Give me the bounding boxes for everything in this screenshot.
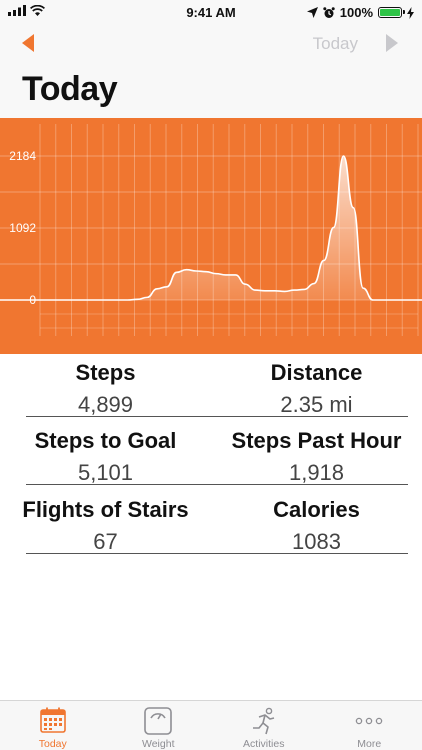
divider: [26, 484, 408, 485]
nav-date: Today: [312, 34, 358, 53]
stat-value: 5,101: [77, 460, 134, 485]
battery-percent: 100%: [339, 5, 373, 20]
status-bar: 9:41 AM 100%: [0, 0, 422, 24]
stat-steps-to-goal: Steps to Goal 5,101: [0, 422, 211, 490]
steps-chart: 2184 1092 0: [0, 118, 422, 354]
stat-value: 1083: [292, 529, 341, 554]
stat-label: Calories: [273, 497, 360, 522]
location-icon: [306, 7, 318, 18]
stat-value: 67: [93, 529, 118, 554]
stat-steps-past-hour: Steps Past Hour 1,918: [211, 422, 422, 490]
nav-bar: Today: [0, 24, 422, 64]
tab-today[interactable]: Today: [0, 701, 106, 750]
stat-value: 1,918: [288, 460, 345, 485]
alarm-icon: [323, 6, 335, 18]
tab-weight[interactable]: Weight: [106, 701, 212, 750]
more-icon: [356, 717, 383, 725]
tab-label: More: [357, 738, 382, 750]
stat-label: Steps to Goal: [34, 428, 177, 453]
tab-more[interactable]: More: [317, 701, 422, 750]
stat-calories: Calories 1083: [211, 491, 422, 559]
stat-label: Flights of Stairs: [22, 497, 189, 522]
forward-arrow-icon[interactable]: [386, 34, 398, 52]
calendar-icon: [39, 707, 66, 733]
battery-icon: [378, 7, 405, 18]
back-arrow-icon[interactable]: [22, 34, 34, 52]
stat-row: Steps 4,899 Distance 2.35 mi: [0, 354, 422, 422]
chart-svg: 218410920: [0, 124, 422, 336]
charging-icon: [407, 6, 414, 19]
divider: [26, 553, 408, 554]
y-tick-label: 1092: [9, 221, 36, 235]
status-right: 100%: [306, 5, 414, 20]
stat-flights-of-stairs: Flights of Stairs 67: [0, 491, 211, 559]
page-title: Today: [22, 70, 118, 108]
stat-value: 2.35 mi: [280, 392, 353, 417]
stat-label: Steps Past Hour: [231, 428, 402, 453]
tab-activities[interactable]: Activities: [211, 701, 317, 750]
stat-row: Flights of Stairs 67 Calories 1083: [0, 491, 422, 559]
runner-icon: [252, 707, 274, 735]
tab-bar: Today Weight Activities More: [0, 700, 422, 750]
stats-panel: Steps 4,899 Distance 2.35 mi Steps to Go…: [0, 354, 422, 700]
tab-label: Weight: [142, 738, 175, 750]
stat-distance: Distance 2.35 mi: [211, 354, 422, 422]
stat-value: 4,899: [77, 392, 134, 417]
y-tick-label: 2184: [9, 149, 36, 163]
divider: [26, 416, 408, 417]
stat-row: Steps to Goal 5,101 Steps Past Hour 1,91…: [0, 422, 422, 490]
tab-label: Today: [38, 738, 67, 750]
stat-steps: Steps 4,899: [0, 354, 211, 422]
tab-label: Activities: [243, 738, 285, 750]
scale-icon: [144, 707, 173, 735]
stat-label: Steps: [75, 360, 136, 385]
stat-label: Distance: [270, 360, 363, 385]
